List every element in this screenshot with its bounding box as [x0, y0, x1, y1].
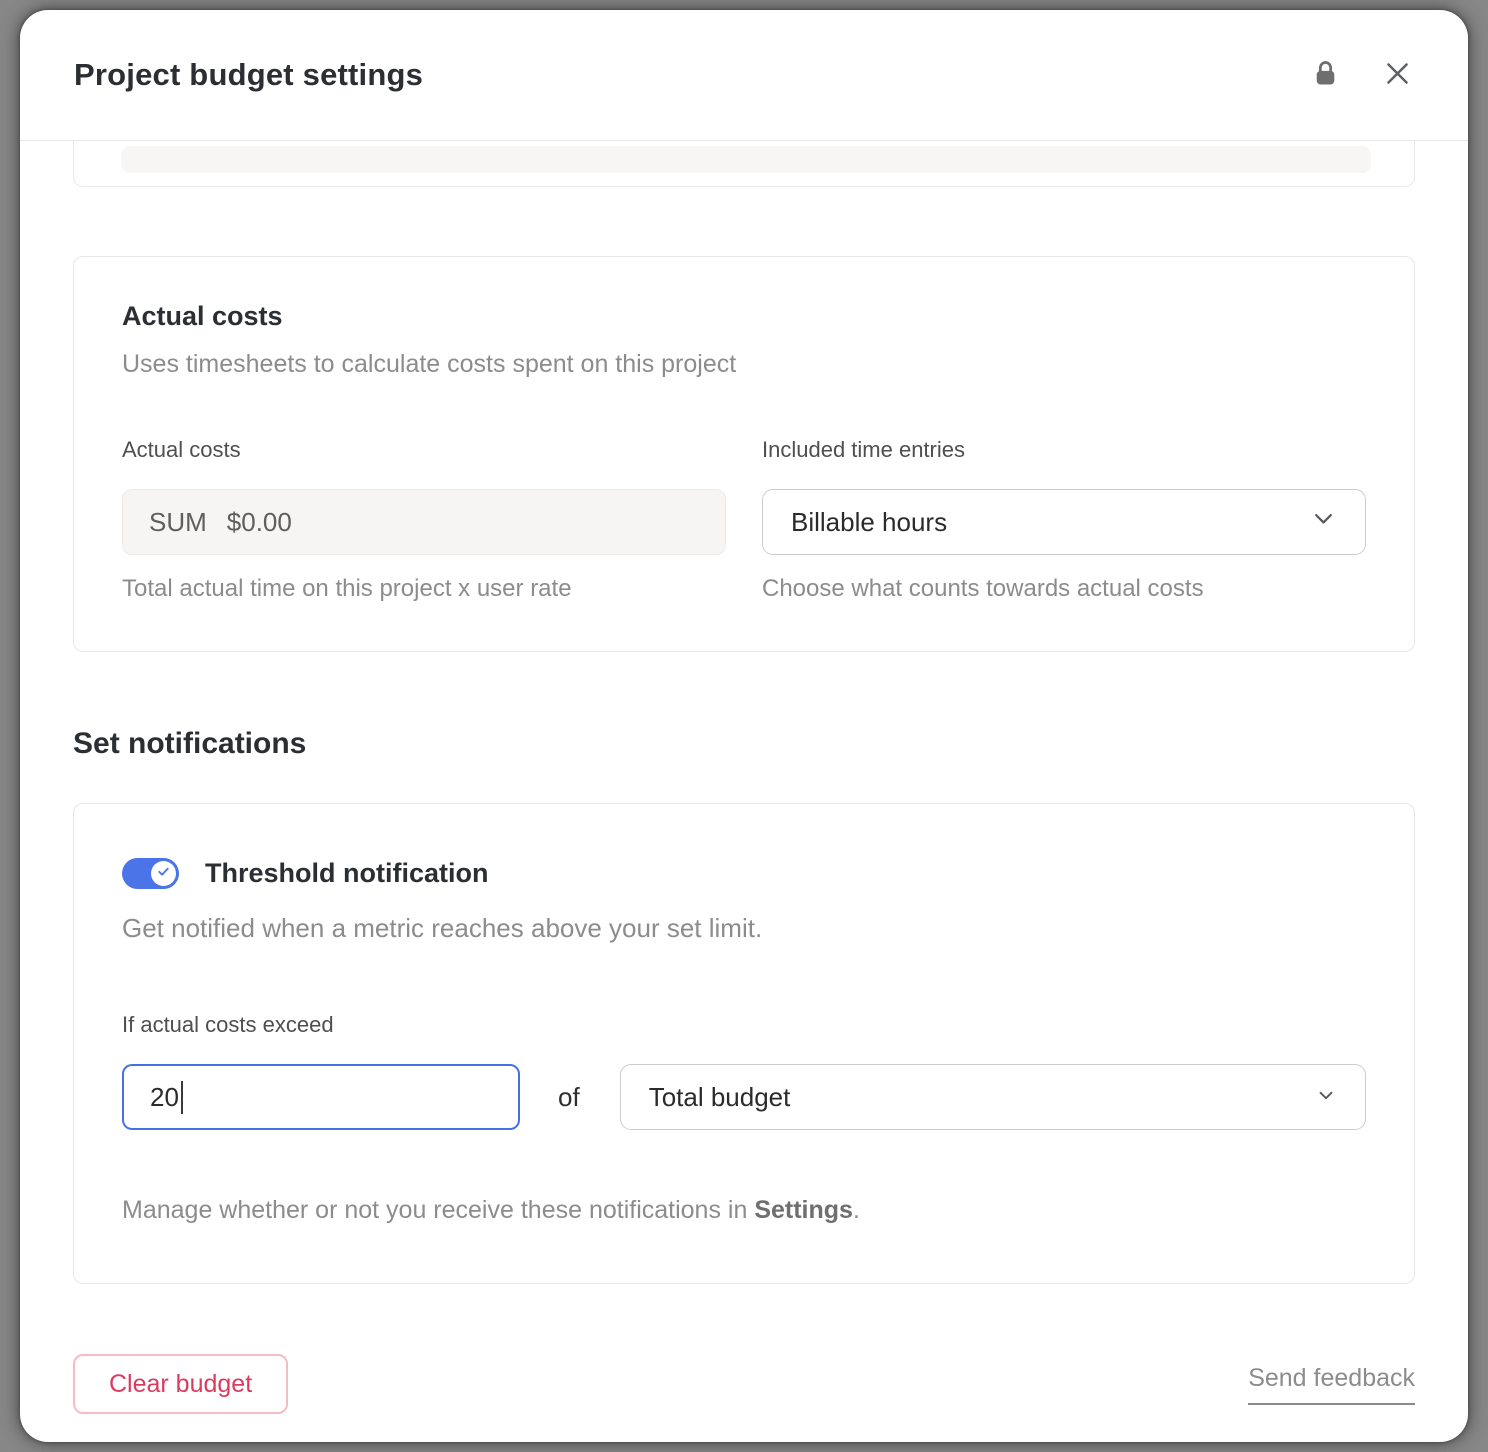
threshold-toggle-row: Threshold notification: [122, 858, 1366, 889]
threshold-notification-card: Threshold notification Get notified when…: [73, 803, 1415, 1284]
send-feedback-link[interactable]: Send feedback: [1248, 1364, 1415, 1405]
of-connector: of: [558, 1082, 580, 1113]
actual-costs-field-label: Actual costs: [122, 437, 726, 463]
modal-footer: Clear budget Send feedback: [20, 1354, 1468, 1414]
included-time-select[interactable]: Billable hours: [762, 489, 1366, 555]
exceed-label: If actual costs exceed: [122, 1012, 1366, 1038]
actual-costs-input: SUM $0.00: [122, 489, 726, 555]
close-icon: [1382, 58, 1413, 92]
modal-title: Project budget settings: [74, 57, 423, 93]
manage-note: Manage whether or not you receive these …: [122, 1196, 1366, 1225]
text-caret: [181, 1081, 183, 1114]
lock-button[interactable]: [1308, 58, 1342, 92]
scrolled-card-bar: [121, 146, 1371, 173]
actual-costs-field: Actual costs SUM $0.00 Total actual time…: [122, 437, 726, 603]
included-time-label: Included time entries: [762, 437, 1366, 463]
lock-icon: [1310, 58, 1341, 92]
manage-note-settings: Settings: [754, 1196, 853, 1224]
threshold-toggle-label: Threshold notification: [205, 858, 489, 889]
actual-costs-fields: Actual costs SUM $0.00 Total actual time…: [122, 437, 1366, 603]
threshold-description: Get notified when a metric reaches above…: [122, 913, 1366, 944]
actual-costs-sum-prefix: SUM: [149, 507, 207, 538]
check-icon: [155, 863, 172, 885]
header-actions: [1308, 58, 1414, 92]
close-button[interactable]: [1380, 58, 1414, 92]
included-time-selected-value: Billable hours: [791, 507, 947, 538]
project-budget-settings-modal: Project budget settings: [20, 10, 1468, 1442]
scrolled-card-partial: [73, 141, 1415, 187]
actual-costs-card: Actual costs Uses timesheets to calculat…: [73, 256, 1415, 652]
included-time-field: Included time entries Billable hours Cho…: [762, 437, 1366, 603]
metric-selected-value: Total budget: [649, 1082, 791, 1113]
included-time-helper: Choose what counts towards actual costs: [762, 575, 1366, 603]
actual-costs-helper: Total actual time on this project x user…: [122, 575, 726, 603]
actual-costs-value: $0.00: [227, 507, 292, 538]
modal-header: Project budget settings: [20, 10, 1468, 140]
threshold-value-input[interactable]: 20: [122, 1064, 520, 1130]
actual-costs-title: Actual costs: [122, 301, 1366, 332]
toggle-knob: [151, 861, 176, 886]
threshold-toggle[interactable]: [122, 858, 179, 889]
chevron-down-icon: [1310, 505, 1337, 539]
threshold-row: 20 of Total budget: [122, 1064, 1366, 1130]
set-notifications-heading: Set notifications: [73, 727, 1415, 761]
clear-budget-button[interactable]: Clear budget: [73, 1354, 288, 1414]
chevron-down-icon: [1315, 1082, 1337, 1113]
modal-body: Actual costs Uses timesheets to calculat…: [20, 141, 1468, 1284]
metric-select[interactable]: Total budget: [620, 1064, 1366, 1130]
threshold-value: 20: [150, 1082, 179, 1113]
actual-costs-subtitle: Uses timesheets to calculate costs spent…: [122, 350, 1366, 379]
